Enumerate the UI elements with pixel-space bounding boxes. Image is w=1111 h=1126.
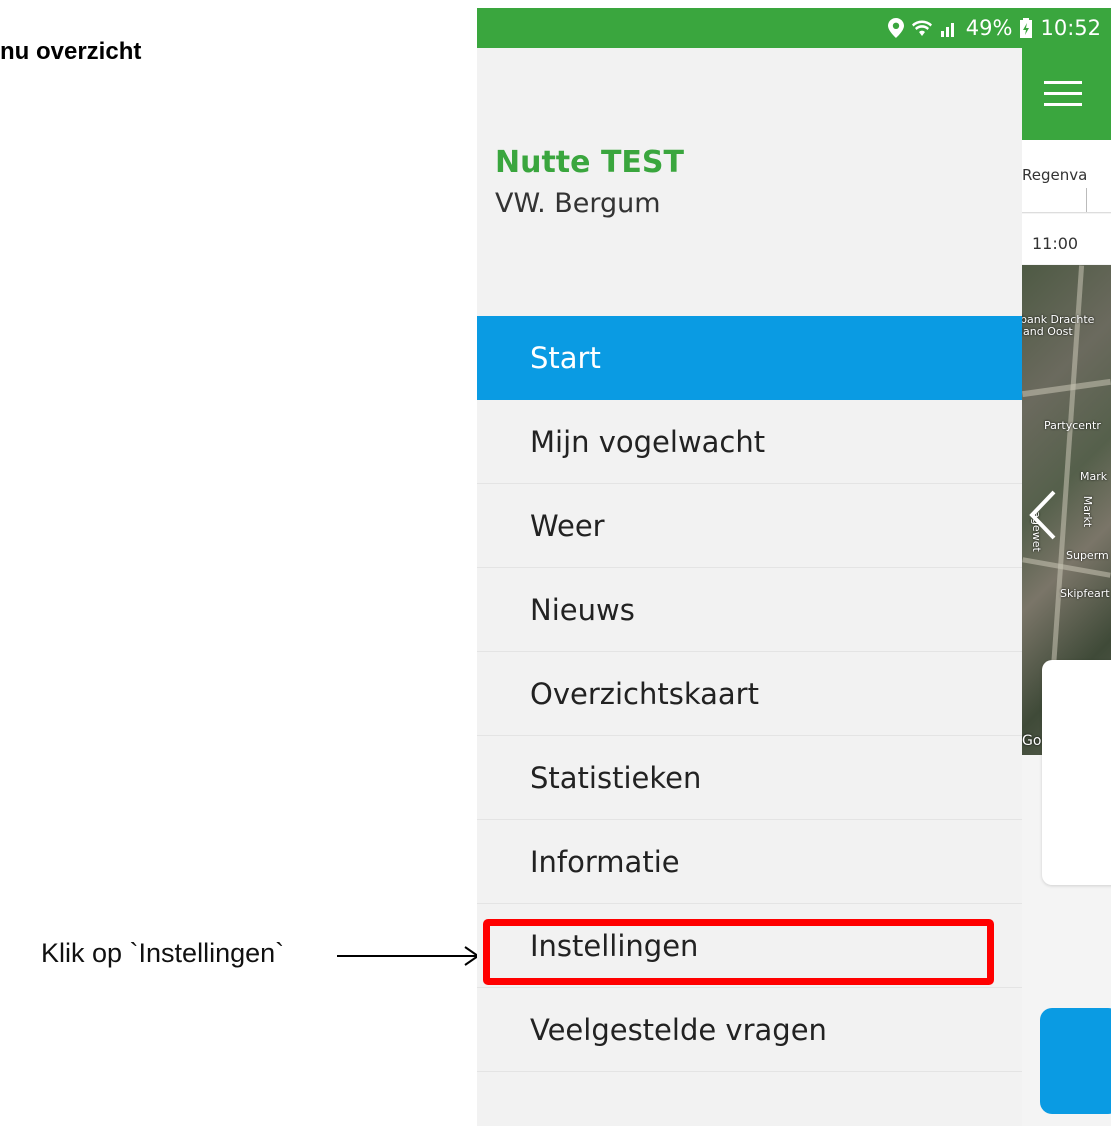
map-label: Partycentr [1044, 419, 1101, 432]
arrow-icon [337, 946, 480, 966]
location-pin-icon [887, 18, 904, 38]
map-label: Superm [1066, 549, 1109, 562]
hamburger-menu-icon[interactable] [1044, 81, 1082, 107]
content-card [1042, 660, 1111, 885]
menu-item-weer[interactable]: Weer [477, 484, 1022, 568]
menu-item-start[interactable]: Start [477, 316, 1022, 400]
map-label: Markt [1081, 495, 1095, 528]
tab-divider [1086, 188, 1087, 212]
menu-item-statistieken[interactable]: Statistieken [477, 736, 1022, 820]
time-row: 11:00 [1022, 214, 1111, 264]
organization-name: VW. Bergum [495, 188, 661, 219]
drawer-menu: Start Mijn vogelwacht Weer Nieuws Overzi… [477, 316, 1022, 1072]
status-bar: 49% 10:52 [477, 8, 1111, 48]
user-name: Nutte TEST [495, 145, 684, 180]
signal-icon [940, 19, 958, 37]
clock: 10:52 [1040, 16, 1101, 40]
battery-charging-icon [1020, 18, 1033, 38]
app-bar [1022, 48, 1111, 140]
menu-item-instellingen[interactable]: Instellingen [477, 904, 1022, 988]
time-label: 11:00 [1032, 234, 1079, 253]
map-label: Skipfeart [1060, 587, 1110, 600]
map-label: Mark [1080, 470, 1108, 483]
menu-item-veelgestelde-vragen[interactable]: Veelgestelde vragen [477, 988, 1022, 1072]
action-button[interactable] [1040, 1008, 1111, 1114]
wifi-icon [911, 19, 932, 37]
instruction-annotation: Klik op `Instellingen` [41, 938, 285, 968]
menu-item-nieuws[interactable]: Nieuws [477, 568, 1022, 652]
phone-screen: 49% 10:52 Regenva 11:00 bank Drachte lan… [477, 8, 1111, 1126]
background-app: Regenva 11:00 bank Drachte land Oost Par… [1022, 48, 1111, 1126]
menu-item-informatie[interactable]: Informatie [477, 820, 1022, 904]
map-label: Go [1022, 733, 1042, 749]
battery-level: 49% [965, 16, 1013, 40]
map-label: land Oost [1022, 325, 1073, 338]
menu-item-overzichtskaart[interactable]: Overzichtskaart [477, 652, 1022, 736]
tab-row: Regenva [1022, 140, 1111, 213]
chevron-left-icon[interactable] [1028, 490, 1058, 540]
navigation-drawer: Nutte TEST VW. Bergum Start Mijn vogelwa… [477, 48, 1022, 1126]
document-title: nu overzicht [0, 38, 142, 65]
tab-regenval[interactable]: Regenva [1022, 166, 1087, 184]
menu-item-mijn-vogelwacht[interactable]: Mijn vogelwacht [477, 400, 1022, 484]
